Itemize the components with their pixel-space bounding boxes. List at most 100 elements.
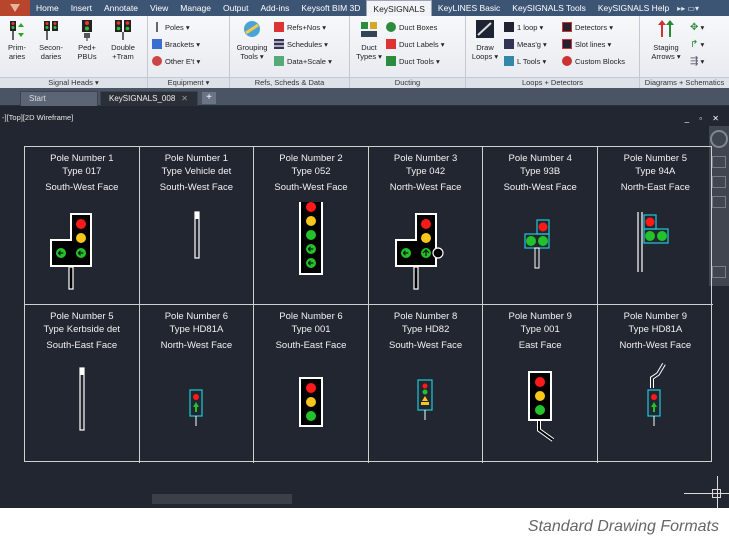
menu-tab-output[interactable]: Output [217, 0, 255, 16]
poles-button[interactable]: Poles ▾ [152, 20, 190, 34]
measuring-button[interactable]: Meas'g ▾ [504, 37, 547, 51]
face-direction-label: North-West Face [619, 340, 692, 351]
primaries-button[interactable]: Prim- aries [2, 19, 32, 61]
signal-card[interactable]: Pole Number 3 Type 042 North-West Face [368, 147, 484, 305]
menu-bar: Home Insert Annotate View Manage Output Add-in… [0, 0, 729, 16]
signal-heads-panel: Prim- aries Secon- daries Ped+ PBUs Doub… [0, 16, 148, 88]
slot-lines-button[interactable]: Slot lines ▾ [562, 37, 611, 51]
hd81a-bent-signal-symbol[interactable] [598, 360, 712, 460]
duct-tools-button[interactable]: Duct Tools ▾ [386, 54, 440, 68]
duct-types-button[interactable]: Duct Types ▾ [354, 19, 384, 61]
secondaries-button[interactable]: Secon- daries [36, 19, 66, 61]
one-loop-button[interactable]: 1 loop ▾ [504, 20, 543, 34]
menu-tab-manage[interactable]: Manage [174, 0, 217, 16]
viewport-label[interactable]: -][Top][2D Wireframe] [2, 113, 73, 122]
duct-labels-button[interactable]: Duct Labels ▾ [386, 37, 444, 51]
diagram-tool-3-button[interactable]: ⇶ ▾ [690, 54, 704, 68]
signal-card[interactable]: Pole Number 1 Type Vehicle det South-West … [139, 147, 255, 305]
diagram-tool-2-button[interactable]: ↱ ▾ [690, 37, 704, 51]
schedules-button[interactable]: Schedules ▾ [274, 37, 328, 51]
drawing-viewport[interactable]: -][Top][2D Wireframe] _ ▫ ✕ Pole Number … [0, 106, 729, 508]
showmotion-icon[interactable] [712, 266, 726, 278]
kerbside-det-signal-symbol[interactable] [25, 360, 139, 460]
loop-tools-button[interactable]: L Tools ▾ [504, 54, 546, 68]
hd82-signal-symbol[interactable] [369, 360, 483, 460]
signal-type-label: Type 001 [291, 324, 331, 335]
signal-card[interactable]: Pole Number 9 Type 001 East Face [483, 305, 598, 463]
staging-label-2: Arrows [651, 52, 675, 61]
t-head-3-signal-symbol[interactable] [25, 202, 139, 302]
tab-keysignals-008[interactable]: KeySIGNALS_008 ✕ [100, 91, 198, 106]
duct-boxes-button[interactable]: Duct Boxes [386, 20, 437, 34]
staging-label-1: Staging [653, 43, 679, 52]
signal-type-label: Type 052 [291, 166, 331, 177]
grouping-tools-button[interactable]: Grouping Tools ▾ [234, 19, 270, 61]
signal-card[interactable]: Pole Number 9 Type HD81A North-West Face [598, 305, 713, 463]
hd81a-signal-symbol[interactable] [140, 360, 254, 460]
std-3-signal-symbol[interactable] [254, 360, 368, 460]
double-tram-button[interactable]: Double +Tram [108, 19, 138, 61]
diagram-tool-1-button[interactable]: ✥ ▾ [690, 20, 704, 34]
pole-icon [152, 22, 162, 32]
menu-tab-keysoft-bim-3d[interactable]: Keysoft BIM 3D [295, 0, 366, 16]
pole-number-label: Pole Number 9 [623, 311, 687, 322]
menu-tab-add-ins[interactable]: Add-ins [255, 0, 296, 16]
pan-icon[interactable] [712, 156, 726, 168]
ped-94a-signal-symbol[interactable] [598, 202, 712, 302]
measuring-label: Meas'g [517, 39, 541, 49]
signal-card[interactable]: Pole Number 4 Type 93B South-West Face [483, 147, 598, 305]
horizontal-scrollbar[interactable] [152, 494, 292, 504]
viewport-window-controls[interactable]: _ ▫ ✕ [685, 114, 723, 123]
menu-tab-insert[interactable]: Insert [65, 0, 98, 16]
signal-card[interactable]: Pole Number 8 Type HD82 South-West Face [369, 305, 484, 463]
menu-tab-keylines-basic[interactable]: KeyLINES Basic [432, 0, 506, 16]
close-tab-icon[interactable]: ✕ [181, 94, 188, 103]
data-scale-button[interactable]: Data+Scale ▾ [274, 54, 332, 68]
refs-nos-label: Refs+Nos [287, 22, 321, 32]
std-3-bent-signal-symbol[interactable] [483, 360, 597, 460]
tall-5-signal-symbol[interactable] [254, 202, 368, 302]
schedule-icon [274, 39, 284, 49]
refs-panel-label: Refs, Scheds & Data [230, 77, 349, 88]
pole-number-label: Pole Number 2 [279, 153, 343, 164]
signal-card[interactable]: Pole Number 5 Type Kerbside det South-East… [25, 305, 140, 463]
equipment-panel-label[interactable]: Equipment ▾ [148, 77, 229, 88]
zoom-icon[interactable] [712, 176, 726, 188]
signal-card[interactable]: Pole Number 1 Type 017 South-West Face [25, 147, 140, 305]
pole-number-label: Pole Number 4 [508, 153, 572, 164]
brackets-button[interactable]: Brackets ▾ [152, 37, 200, 51]
signal-card[interactable]: Pole Number 6 Type 001 South-East Face [254, 305, 369, 463]
split-arrow-icon: ⇶ [690, 55, 699, 67]
orbit-icon[interactable] [712, 196, 726, 208]
other-equipment-button[interactable]: Other E't ▾ [152, 54, 200, 68]
tab-start[interactable]: Start [20, 91, 98, 106]
signal-card[interactable]: Pole Number 2 Type 052 South-West Face [254, 147, 369, 305]
slot-lines-icon [562, 39, 572, 49]
signal-card[interactable]: Pole Number 6 Type HD81A North-West Face [140, 305, 255, 463]
signal-type-label: Type HD81A [169, 324, 224, 335]
staging-arrows-button[interactable]: Staging Arrows ▾ [646, 19, 686, 61]
ped-pbus-button[interactable]: Ped+ PBUs [72, 19, 102, 61]
refs-nos-button[interactable]: Refs+Nos ▾ [274, 20, 326, 34]
menu-tab-view[interactable]: View [144, 0, 174, 16]
menu-tab-keysignals-tools[interactable]: KeySIGNALS Tools [506, 0, 592, 16]
draw-loops-button[interactable]: Draw Loops ▾ [470, 19, 500, 61]
application-menu-button[interactable] [0, 0, 30, 16]
signal-heads-panel-label[interactable]: Signal Heads ▾ [0, 77, 147, 88]
signal-type-label: Type 042 [406, 166, 446, 177]
menu-tab-home[interactable]: Home [30, 0, 65, 16]
menu-overflow-icon[interactable]: ▸▸ ▭▾ [677, 4, 699, 13]
steering-wheel-icon[interactable] [710, 130, 728, 148]
duct-tools-label: Duct Tools [399, 56, 434, 66]
t-head-3b-signal-symbol[interactable] [369, 202, 483, 302]
menu-tab-keysignals-help[interactable]: KeySIGNALS Help [592, 0, 675, 16]
detectors-button[interactable]: Detectors ▾ [562, 20, 613, 34]
signal-card[interactable]: Pole Number 5 Type 94A North-East Face [598, 147, 713, 305]
menu-tab-annotate[interactable]: Annotate [98, 0, 144, 16]
pole-number-label: Pole Number 8 [393, 311, 458, 322]
new-tab-button[interactable]: + [202, 92, 216, 104]
ped-93b-signal-symbol[interactable] [483, 202, 597, 302]
menu-tab-keysignals[interactable]: KeySIGNALS [366, 0, 432, 16]
vehicle-det-signal-symbol[interactable] [140, 202, 254, 302]
custom-blocks-button[interactable]: Custom Blocks [562, 54, 625, 68]
